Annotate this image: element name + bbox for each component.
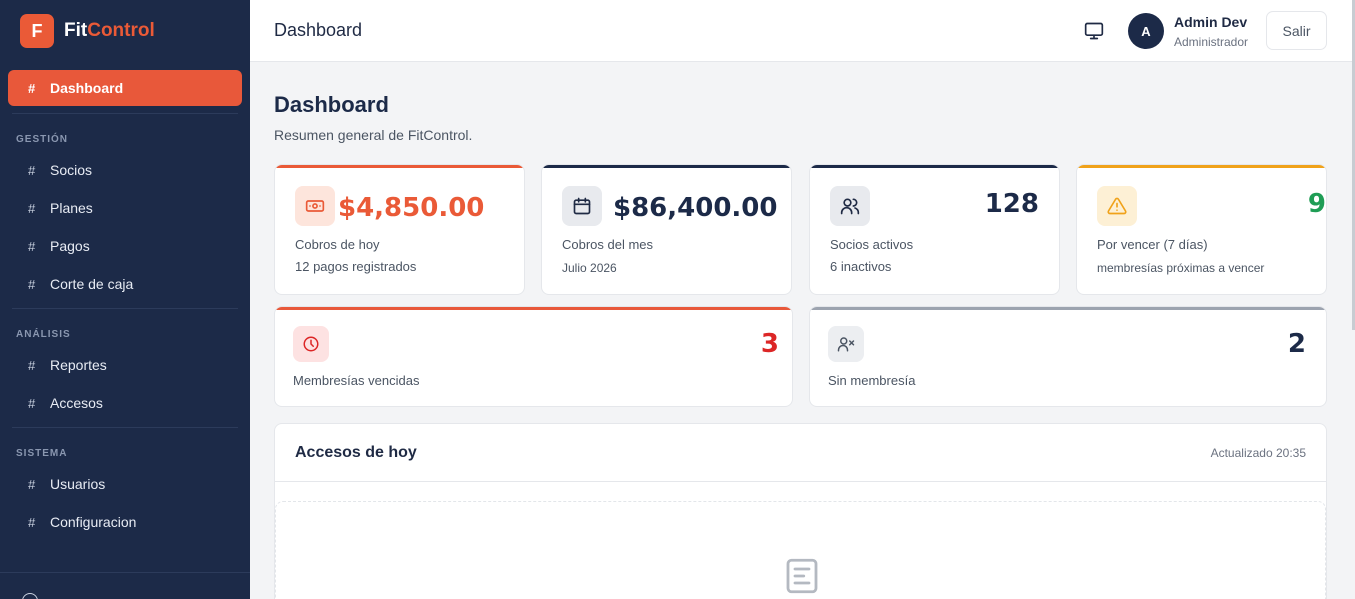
brand-name-part2: Control bbox=[87, 20, 155, 41]
user-role: Administrador bbox=[1174, 35, 1249, 49]
sidebar-item-label: Accesos bbox=[50, 395, 103, 411]
sidebar-item-pagos[interactable]: # Pagos bbox=[8, 228, 242, 264]
sidebar-section-gestion: GESTIÓN bbox=[16, 133, 69, 145]
stat-card-expiring[interactable]: 9 Por vencer (7 días) membresías próxima… bbox=[1076, 164, 1327, 295]
stat-value: 3 bbox=[760, 329, 779, 359]
sidebar-item-label: Usuarios bbox=[50, 476, 106, 492]
sidebar-item-accesos[interactable]: # Accesos bbox=[8, 385, 242, 421]
hash-icon: # bbox=[28, 357, 36, 373]
stat-label: Por vencer (7 días) bbox=[1097, 237, 1208, 252]
stat-card-today[interactable]: $4,850.00 Cobros de hoy 12 pagos registr… bbox=[274, 164, 525, 295]
stat-card-expired[interactable]: 3 Membresías vencidas bbox=[274, 306, 793, 407]
topbar-title: Dashboard bbox=[274, 20, 363, 40]
warning-icon bbox=[1097, 186, 1137, 226]
stat-card-no-membership[interactable]: 2 Sin membresía bbox=[809, 306, 1327, 407]
hash-icon: # bbox=[28, 162, 36, 178]
stat-value: $4,850.00 bbox=[338, 193, 485, 223]
sidebar-item-socios[interactable]: # Socios bbox=[8, 152, 242, 188]
brand-name-part1: Fit bbox=[64, 20, 88, 41]
hash-icon: # bbox=[28, 514, 36, 530]
avatar[interactable]: A bbox=[1128, 13, 1164, 49]
stat-card-month[interactable]: $86,400.00 Cobros del mes Julio 2026 bbox=[541, 164, 792, 295]
sidebar-item-label: Corte de caja bbox=[50, 276, 134, 292]
sidebar-item-usuarios[interactable]: # Usuarios bbox=[8, 466, 242, 502]
stat-label: Socios activos bbox=[830, 237, 914, 252]
logout-button[interactable]: Salir bbox=[1266, 11, 1327, 50]
sidebar-item-label: Configuracion bbox=[50, 514, 137, 530]
sidebar-item-planes[interactable]: # Planes bbox=[8, 190, 242, 226]
stat-sub: membresías próximas a vencer bbox=[1097, 261, 1265, 275]
access-updated: Actualizado 20:35 bbox=[1210, 446, 1306, 460]
document-icon bbox=[781, 555, 823, 599]
access-panel: Accesos de hoy Actualizado 20:35 bbox=[274, 423, 1327, 599]
stat-label: Membresías vencidas bbox=[293, 373, 420, 388]
hash-icon: # bbox=[28, 238, 36, 254]
sidebar-section-sistema: SISTEMA bbox=[16, 447, 68, 459]
card-accent-line bbox=[275, 165, 524, 168]
user-name: Admin Dev bbox=[1174, 14, 1248, 30]
user-circle-icon bbox=[22, 593, 38, 599]
card-accent-line bbox=[810, 307, 1326, 310]
topbar: Dashboard A Admin Dev Administrador Sali… bbox=[250, 0, 1355, 62]
sidebar-item-dashboard[interactable]: # Dashboard bbox=[8, 70, 242, 106]
sidebar-item-label: Dashboard bbox=[50, 80, 124, 96]
stat-value: 2 bbox=[1287, 329, 1306, 359]
sidebar-item-reportes[interactable]: # Reportes bbox=[8, 347, 242, 383]
calendar-icon bbox=[562, 186, 602, 226]
clock-icon bbox=[293, 326, 329, 362]
sidebar: F FitControl # Dashboard GESTIÓN # Socios… bbox=[0, 0, 250, 599]
page-title: Dashboard bbox=[274, 92, 389, 117]
monitor-icon[interactable] bbox=[1084, 21, 1104, 46]
sidebar-item-label: Planes bbox=[50, 200, 93, 216]
page-subtitle: Resumen general de FitControl. bbox=[274, 127, 473, 143]
sidebar-item-corte-de-caja[interactable]: # Corte de caja bbox=[8, 266, 242, 302]
empty-state bbox=[275, 501, 1326, 599]
brand[interactable]: F FitControl bbox=[0, 0, 250, 62]
hash-icon: # bbox=[28, 276, 36, 292]
access-divider bbox=[275, 481, 1326, 482]
card-accent-line bbox=[1077, 165, 1326, 168]
hash-icon: # bbox=[28, 395, 36, 411]
stat-sub: 12 pagos registrados bbox=[295, 259, 417, 274]
card-accent-line bbox=[810, 165, 1059, 168]
stat-value: $86,400.00 bbox=[613, 193, 778, 223]
user-x-icon bbox=[828, 326, 864, 362]
sidebar-section-analisis: ANÁLISIS bbox=[16, 328, 71, 340]
stat-sub: 6 inactivos bbox=[830, 259, 892, 274]
stat-value: 9 bbox=[1307, 189, 1326, 219]
hash-icon: # bbox=[28, 80, 36, 96]
stat-card-active[interactable]: 128 Socios activos 6 inactivos bbox=[809, 164, 1060, 295]
stat-value: 128 bbox=[984, 189, 1039, 219]
stat-sub: Julio 2026 bbox=[562, 261, 617, 275]
brand-logo: F bbox=[20, 14, 54, 48]
cash-icon bbox=[295, 186, 335, 226]
sidebar-item-label: Socios bbox=[50, 162, 93, 178]
stat-label: Sin membresía bbox=[828, 373, 916, 388]
brand-name: FitControl bbox=[64, 20, 155, 42]
sidebar-footer[interactable] bbox=[0, 572, 250, 599]
hash-icon: # bbox=[28, 200, 36, 216]
stat-label: Cobros de hoy bbox=[295, 237, 380, 252]
access-title: Accesos de hoy bbox=[295, 444, 417, 461]
hash-icon: # bbox=[28, 476, 36, 492]
sidebar-item-label: Reportes bbox=[50, 357, 107, 373]
card-accent-line bbox=[275, 307, 792, 310]
card-accent-line bbox=[542, 165, 791, 168]
users-icon bbox=[830, 186, 870, 226]
sidebar-item-configuracion[interactable]: # Configuracion bbox=[8, 504, 242, 540]
stat-label: Cobros del mes bbox=[562, 237, 654, 252]
sidebar-item-label: Pagos bbox=[50, 238, 90, 254]
